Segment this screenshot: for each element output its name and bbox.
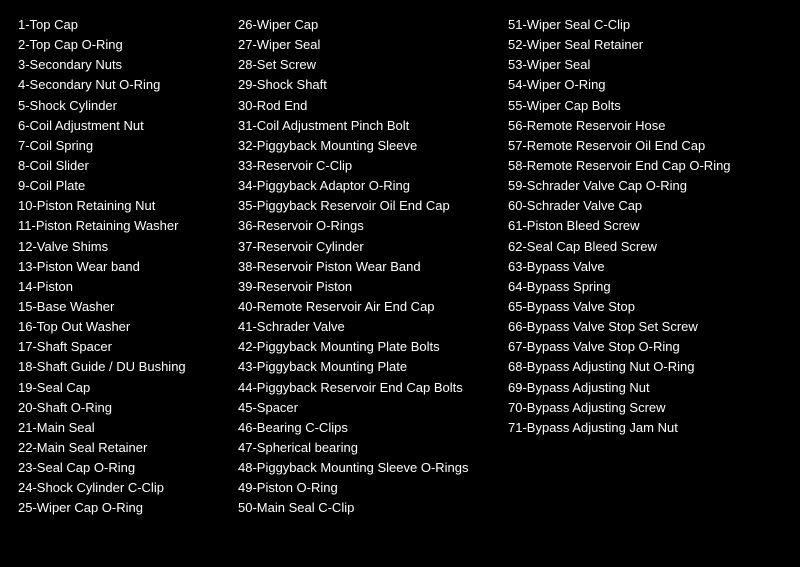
list-item: 60-Schrader Valve Cap: [508, 196, 782, 216]
list-item: 36-Reservoir O-Rings: [238, 216, 492, 236]
list-item: 67-Bypass Valve Stop O-Ring: [508, 337, 782, 357]
list-item: 9-Coil Plate: [18, 176, 222, 196]
list-item: 1-Top Cap: [18, 15, 222, 35]
list-item: 58-Remote Reservoir End Cap O-Ring: [508, 156, 782, 176]
list-item: 49-Piston O-Ring: [238, 478, 492, 498]
list-item: 16-Top Out Washer: [18, 317, 222, 337]
column-3: 51-Wiper Seal C-Clip52-Wiper Seal Retain…: [500, 10, 790, 443]
column-2: 26-Wiper Cap27-Wiper Seal28-Set Screw29-…: [230, 10, 500, 524]
list-item: 4-Secondary Nut O-Ring: [18, 75, 222, 95]
list-item: 15-Base Washer: [18, 297, 222, 317]
list-item: 37-Reservoir Cylinder: [238, 237, 492, 257]
list-item: 69-Bypass Adjusting Nut: [508, 378, 782, 398]
list-item: 6-Coil Adjustment Nut: [18, 116, 222, 136]
list-item: 52-Wiper Seal Retainer: [508, 35, 782, 55]
list-item: 51-Wiper Seal C-Clip: [508, 15, 782, 35]
list-item: 41-Schrader Valve: [238, 317, 492, 337]
list-item: 38-Reservoir Piston Wear Band: [238, 257, 492, 277]
list-item: 61-Piston Bleed Screw: [508, 216, 782, 236]
list-item: 22-Main Seal Retainer: [18, 438, 222, 458]
list-item: 50-Main Seal C-Clip: [238, 498, 492, 518]
list-item: 57-Remote Reservoir Oil End Cap: [508, 136, 782, 156]
list-item: 19-Seal Cap: [18, 378, 222, 398]
list-item: 59-Schrader Valve Cap O-Ring: [508, 176, 782, 196]
parts-list: 1-Top Cap2-Top Cap O-Ring3-Secondary Nut…: [10, 10, 790, 524]
list-item: 8-Coil Slider: [18, 156, 222, 176]
list-item: 56-Remote Reservoir Hose: [508, 116, 782, 136]
list-item: 12-Valve Shims: [18, 237, 222, 257]
list-item: 25-Wiper Cap O-Ring: [18, 498, 222, 518]
list-item: 34-Piggyback Adaptor O-Ring: [238, 176, 492, 196]
column-1: 1-Top Cap2-Top Cap O-Ring3-Secondary Nut…: [10, 10, 230, 524]
list-item: 55-Wiper Cap Bolts: [508, 96, 782, 116]
list-item: 27-Wiper Seal: [238, 35, 492, 55]
list-item: 64-Bypass Spring: [508, 277, 782, 297]
list-item: 14-Piston: [18, 277, 222, 297]
list-item: 53-Wiper Seal: [508, 55, 782, 75]
list-item: 47-Spherical bearing: [238, 438, 492, 458]
list-item: 33-Reservoir C-Clip: [238, 156, 492, 176]
list-item: 18-Shaft Guide / DU Bushing: [18, 357, 222, 377]
list-item: 10-Piston Retaining Nut: [18, 196, 222, 216]
list-item: 23-Seal Cap O-Ring: [18, 458, 222, 478]
list-item: 2-Top Cap O-Ring: [18, 35, 222, 55]
list-item: 13-Piston Wear band: [18, 257, 222, 277]
list-item: 42-Piggyback Mounting Plate Bolts: [238, 337, 492, 357]
list-item: 7-Coil Spring: [18, 136, 222, 156]
list-item: 45-Spacer: [238, 398, 492, 418]
list-item: 40-Remote Reservoir Air End Cap: [238, 297, 492, 317]
list-item: 71-Bypass Adjusting Jam Nut: [508, 418, 782, 438]
list-item: 5-Shock Cylinder: [18, 96, 222, 116]
list-item: 32-Piggyback Mounting Sleeve: [238, 136, 492, 156]
list-item: 48-Piggyback Mounting Sleeve O-Rings: [238, 458, 492, 478]
list-item: 39-Reservoir Piston: [238, 277, 492, 297]
list-item: 43-Piggyback Mounting Plate: [238, 357, 492, 377]
list-item: 17-Shaft Spacer: [18, 337, 222, 357]
list-item: 46-Bearing C-Clips: [238, 418, 492, 438]
list-item: 66-Bypass Valve Stop Set Screw: [508, 317, 782, 337]
list-item: 3-Secondary Nuts: [18, 55, 222, 75]
list-item: 11-Piston Retaining Washer: [18, 216, 222, 236]
list-item: 70-Bypass Adjusting Screw: [508, 398, 782, 418]
list-item: 65-Bypass Valve Stop: [508, 297, 782, 317]
list-item: 54-Wiper O-Ring: [508, 75, 782, 95]
list-item: 30-Rod End: [238, 96, 492, 116]
list-item: 29-Shock Shaft: [238, 75, 492, 95]
list-item: 20-Shaft O-Ring: [18, 398, 222, 418]
list-item: 26-Wiper Cap: [238, 15, 492, 35]
list-item: 44-Piggyback Reservoir End Cap Bolts: [238, 378, 492, 398]
list-item: 24-Shock Cylinder C-Clip: [18, 478, 222, 498]
list-item: 35-Piggyback Reservoir Oil End Cap: [238, 196, 492, 216]
list-item: 28-Set Screw: [238, 55, 492, 75]
list-item: 31-Coil Adjustment Pinch Bolt: [238, 116, 492, 136]
list-item: 63-Bypass Valve: [508, 257, 782, 277]
list-item: 62-Seal Cap Bleed Screw: [508, 237, 782, 257]
list-item: 68-Bypass Adjusting Nut O-Ring: [508, 357, 782, 377]
list-item: 21-Main Seal: [18, 418, 222, 438]
